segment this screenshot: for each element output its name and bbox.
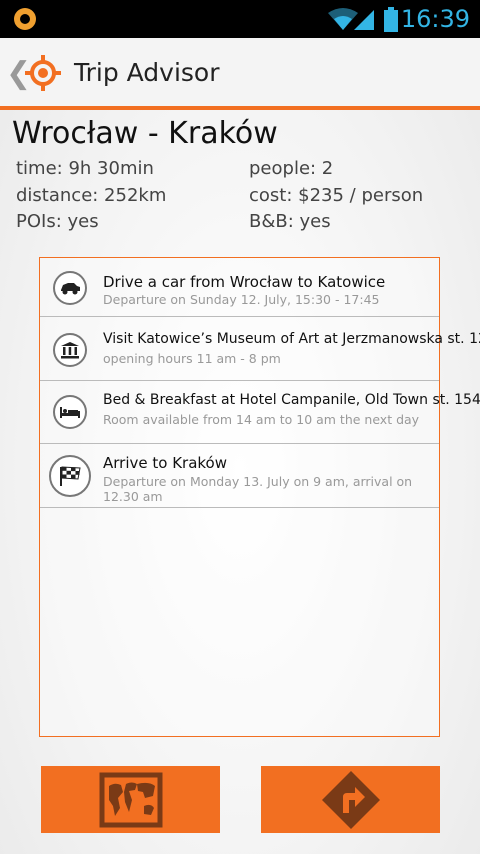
itinerary-list[interactable]: Drive a car from Wrocław to Katowice Dep… [39, 257, 480, 737]
stat-pois: POIs: yes [16, 211, 99, 232]
turn-right-sign-icon [321, 770, 380, 829]
step-title: Arrive to Kraków [103, 454, 227, 472]
bed-icon [53, 395, 87, 429]
stat-bnb: B&B: yes [249, 211, 331, 232]
target-logo-icon[interactable] [24, 54, 62, 92]
stat-cost: cost: $235 / person [249, 185, 424, 206]
stat-people: people: 2 [249, 158, 334, 179]
step-title: Visit Katowice’s Museum of Art at Jerzma… [103, 331, 480, 347]
battery-icon [384, 7, 398, 32]
step-detail: Departure on Sunday 12. July, 15:30 - 17… [103, 292, 380, 307]
signal-icon [354, 10, 374, 30]
map-button[interactable] [41, 766, 220, 833]
world-map-icon [99, 772, 162, 827]
status-bar: 16:39 [0, 0, 480, 38]
museum-icon [53, 333, 87, 367]
directions-button[interactable] [261, 766, 440, 833]
list-item[interactable]: Bed & Breakfast at Hotel Campanile, Old … [40, 381, 480, 444]
car-icon [53, 271, 87, 305]
app-title: Trip Advisor [74, 58, 220, 87]
list-item[interactable]: Visit Katowice’s Museum of Art at Jerzma… [40, 317, 480, 381]
status-clock: 16:39 [400, 5, 470, 33]
stat-distance: distance: 252km [16, 185, 167, 206]
notification-icon [14, 8, 36, 30]
checkered-flag-icon [49, 455, 91, 497]
list-item[interactable]: Arrive to Kraków Departure on Monday 13.… [40, 444, 439, 508]
list-item[interactable]: Drive a car from Wrocław to Katowice Dep… [40, 258, 439, 317]
action-bar: ❮ Trip Advisor [0, 38, 480, 110]
stat-time: time: 9h 30min [16, 158, 154, 179]
step-detail: opening hours 11 am - 8 pm [103, 351, 281, 366]
trip-title: Wrocław - Kraków [12, 116, 278, 151]
step-detail: Departure on Monday 13. July on 9 am, ar… [103, 474, 413, 504]
step-title: Drive a car from Wrocław to Katowice [103, 273, 386, 291]
step-title: Bed & Breakfast at Hotel Campanile, Old … [103, 392, 480, 408]
step-detail: Room available from 14 am to 10 am the n… [103, 412, 420, 427]
